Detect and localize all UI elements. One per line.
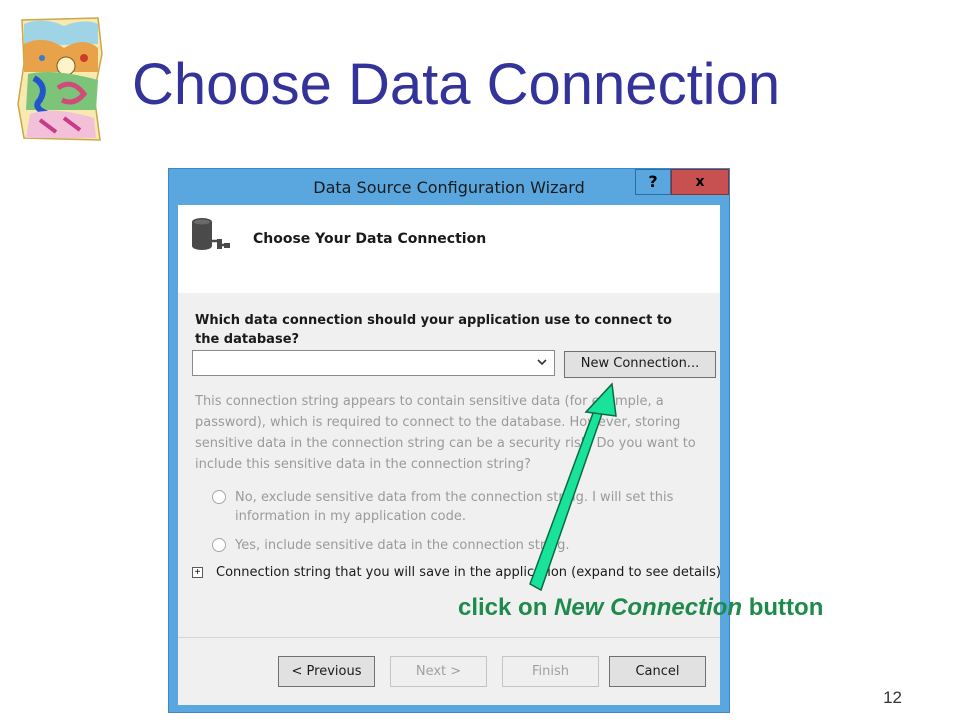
annotation-suffix: button — [742, 594, 824, 621]
header-title: Choose Your Data Connection — [253, 231, 487, 247]
radio-button[interactable] — [212, 490, 226, 504]
expander-label: Connection string that you will save in … — [216, 565, 721, 580]
cancel-button[interactable]: Cancel — [609, 656, 706, 687]
footer-divider — [178, 637, 720, 638]
next-button[interactable]: Next > — [390, 656, 487, 687]
page-number: 12 — [883, 688, 902, 707]
radio-button[interactable] — [212, 538, 226, 552]
chevron-down-icon[interactable] — [536, 356, 548, 368]
dialog-body: Choose Your Data Connection Which data c… — [178, 205, 721, 705]
new-connection-button[interactable]: New Connection... — [564, 351, 716, 378]
close-button[interactable]: x — [671, 169, 729, 195]
previous-button[interactable]: < Previous — [278, 656, 375, 687]
dialog-header: Choose Your Data Connection — [178, 205, 720, 293]
annotation-prefix: click on — [458, 594, 555, 621]
instruction-annotation: click on New Connection button — [458, 594, 823, 622]
clipart-logo — [17, 17, 103, 141]
dialog-titlebar[interactable]: Data Source Configuration Wizard ? x — [169, 169, 729, 205]
connection-dropdown[interactable] — [192, 350, 555, 376]
connection-question: Which data connection should your applic… — [195, 313, 672, 347]
slide-title: Choose Data Connection — [132, 52, 781, 117]
wizard-dialog: Data Source Configuration Wizard ? x Cho… — [168, 168, 730, 713]
annotation-emphasis: New Connection — [554, 594, 743, 621]
expand-plus-icon[interactable]: + — [192, 567, 203, 578]
help-button[interactable]: ? — [635, 169, 671, 195]
radio-label: Yes, include sensitive data in the conne… — [235, 538, 570, 553]
database-icon — [192, 218, 230, 250]
sensitive-data-notice: This connection string appears to contai… — [195, 394, 696, 472]
radio-label: No, exclude sensitive data from the conn… — [235, 490, 674, 524]
finish-button[interactable]: Finish — [502, 656, 599, 687]
